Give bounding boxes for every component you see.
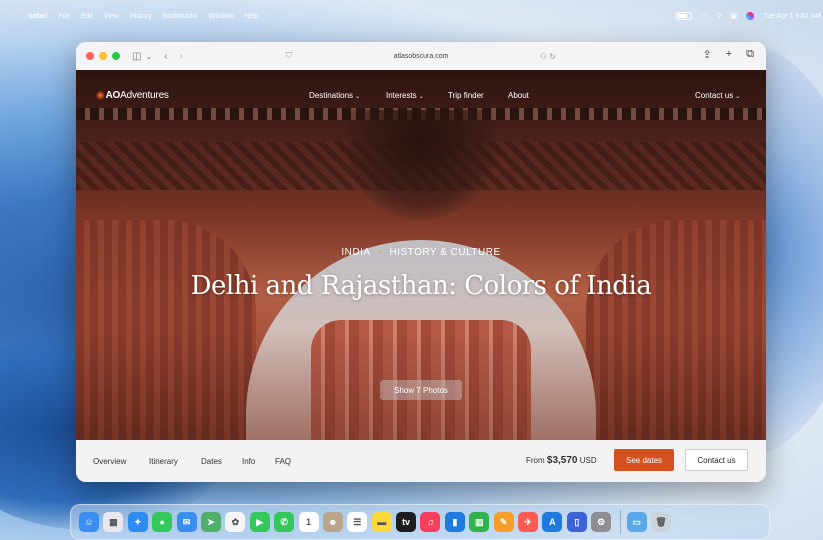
price-amount: $3,570: [546, 455, 578, 466]
forward-arrow-icon[interactable]: ›: [180, 51, 183, 62]
address-bar[interactable]: ⛉ atlasobscura.com ⚇ ↻: [276, 48, 566, 64]
messages-icon[interactable]: ●: [152, 512, 173, 532]
menu-bar: Safari File Edit View History Bookmarks …: [8, 6, 823, 26]
facetime-icon[interactable]: ▶: [249, 512, 270, 532]
dock-separator: [619, 510, 621, 534]
booking-bar: Overview Itinerary Dates Info FAQ From $…: [76, 440, 766, 482]
zoom-window-button[interactable]: [112, 52, 120, 60]
minimize-window-button[interactable]: [99, 52, 107, 60]
photos-icon[interactable]: ✿: [225, 512, 246, 532]
notes-icon[interactable]: ▬: [371, 512, 392, 532]
new-tab-icon[interactable]: +: [726, 48, 732, 61]
eyebrow-country[interactable]: INDIA: [341, 247, 370, 258]
toolbar-actions: ⇪ + ⧉: [702, 48, 754, 61]
tab-itinerary[interactable]: Itinerary: [149, 457, 178, 466]
logo-bold: AO: [105, 89, 121, 101]
desktop: Safari File Edit View History Bookmarks …: [0, 0, 823, 540]
chevron-down-icon: ⌄: [735, 93, 741, 100]
safari-icon[interactable]: ✦: [127, 512, 148, 532]
tab-overview-icon[interactable]: ⧉: [746, 48, 754, 61]
logo-mark-icon: ◉: [96, 89, 105, 101]
system-settings-icon[interactable]: ⚙: [591, 512, 612, 532]
music-icon[interactable]: ♫: [420, 512, 441, 532]
mail-icon[interactable]: ✉: [176, 512, 197, 532]
price-prefix: From: [526, 456, 545, 465]
menu-bar-status: ◠ ⚲ ▣ Tue Apr 1 9:41 AM: [676, 12, 821, 20]
privacy-shield-icon[interactable]: ⛉: [286, 51, 292, 61]
keynote-icon[interactable]: ▮: [444, 512, 465, 532]
control-center-icon[interactable]: ▣: [731, 12, 738, 20]
reminders-icon[interactable]: ☰: [347, 512, 368, 532]
tab-overview[interactable]: Overview: [93, 457, 126, 466]
menu-edit[interactable]: Edit: [81, 13, 93, 20]
chevron-down-icon: ⌄: [418, 93, 424, 100]
calendar-icon[interactable]: 1: [298, 512, 319, 532]
spotlight-search-icon[interactable]: ⚲: [717, 12, 722, 20]
nav-trip-finder[interactable]: Trip finder: [448, 91, 484, 100]
page-title: Delhi and Rajasthan: Colors of India: [190, 271, 652, 301]
menu-window[interactable]: Window: [209, 13, 234, 20]
testflight-icon[interactable]: ✈: [518, 512, 539, 532]
siri-icon[interactable]: [746, 12, 755, 20]
menu-history[interactable]: History: [130, 13, 152, 20]
tv-icon[interactable]: tv: [396, 512, 417, 532]
nav-destinations-label: Destinations: [309, 90, 354, 100]
contact-us-button[interactable]: Contact us: [685, 449, 748, 471]
menu-help[interactable]: Help: [245, 13, 259, 20]
price-display: From $3,570 USD: [526, 455, 597, 466]
nav-destinations[interactable]: Destinations ⌄: [309, 91, 360, 100]
contacts-icon[interactable]: ☻: [322, 512, 343, 532]
site-logo[interactable]: ◉ AO Adventures: [96, 90, 169, 101]
battery-icon[interactable]: [676, 12, 693, 20]
nav-about[interactable]: About: [508, 91, 529, 100]
pages-icon[interactable]: ✎: [493, 512, 514, 532]
maps-icon[interactable]: ➤: [200, 512, 221, 532]
menu-app-name[interactable]: Safari: [28, 13, 47, 20]
app-store-icon[interactable]: A: [542, 512, 563, 532]
menu-view[interactable]: View: [104, 13, 119, 20]
wifi-icon[interactable]: ◠: [701, 12, 707, 20]
browser-toolbar: ◫ ⌄ ‹ › ⛉ atlasobscura.com ⚇ ↻ ⇪ + ⧉: [76, 42, 766, 71]
hero-eyebrow: INDIA HISTORY & CULTURE: [76, 247, 766, 258]
nav-interests-label: Interests: [386, 90, 417, 100]
dock: ☺ ▦ ✦ ● ✉ ➤ ✿ ▶ ✆ 1 ☻ ☰ ▬ tv ♫ ▮ ▥ ✎ ✈ A ▯ ⚙ ▭ 🗑: [70, 504, 770, 540]
close-window-button[interactable]: [86, 52, 94, 60]
nav-contact[interactable]: Contact us ⌄: [695, 91, 740, 100]
see-dates-button[interactable]: See dates: [614, 449, 674, 471]
phone-icon[interactable]: ✆: [274, 512, 295, 532]
separator-dot-icon: [378, 250, 382, 254]
nav-interests[interactable]: Interests ⌄: [386, 91, 424, 100]
iphone-mirroring-icon[interactable]: ▯: [566, 512, 587, 532]
tab-info[interactable]: Info: [242, 457, 255, 466]
chevron-down-icon: ⌄: [355, 93, 361, 100]
eyebrow-category[interactable]: HISTORY & CULTURE: [390, 247, 501, 258]
tab-faq[interactable]: FAQ: [275, 457, 291, 466]
launchpad-icon[interactable]: ▦: [103, 512, 124, 532]
reload-icon[interactable]: ⚇ ↻: [540, 52, 556, 61]
menu-bookmarks[interactable]: Bookmarks: [163, 13, 198, 20]
menu-file[interactable]: File: [58, 13, 69, 20]
share-icon[interactable]: ⇪: [702, 48, 711, 61]
price-currency: USD: [579, 456, 597, 465]
url-text[interactable]: atlasobscura.com: [394, 53, 449, 60]
chevron-down-icon[interactable]: ⌄: [145, 52, 152, 61]
site-navigation: ◉ AO Adventures Destinations ⌄ Interests ⌄…: [76, 87, 766, 103]
menu-bar-clock[interactable]: Tue Apr 1 9:41 AM: [763, 13, 821, 20]
show-photos-button[interactable]: Show 7 Photos: [380, 380, 462, 400]
back-arrow-icon[interactable]: ‹: [164, 51, 167, 62]
downloads-folder-icon[interactable]: ▭: [626, 512, 647, 532]
trash-icon[interactable]: 🗑: [650, 512, 671, 532]
tab-dates[interactable]: Dates: [201, 457, 222, 466]
sidebar-toggle-icon[interactable]: ◫: [132, 51, 141, 62]
logo-text: Adventures: [120, 89, 169, 101]
finder-icon[interactable]: ☺: [79, 512, 99, 532]
nav-contact-label: Contact us: [695, 90, 734, 100]
numbers-icon[interactable]: ▥: [469, 512, 490, 532]
safari-window: ◫ ⌄ ‹ › ⛉ atlasobscura.com ⚇ ↻ ⇪ + ⧉ ◉ A…: [76, 42, 766, 482]
